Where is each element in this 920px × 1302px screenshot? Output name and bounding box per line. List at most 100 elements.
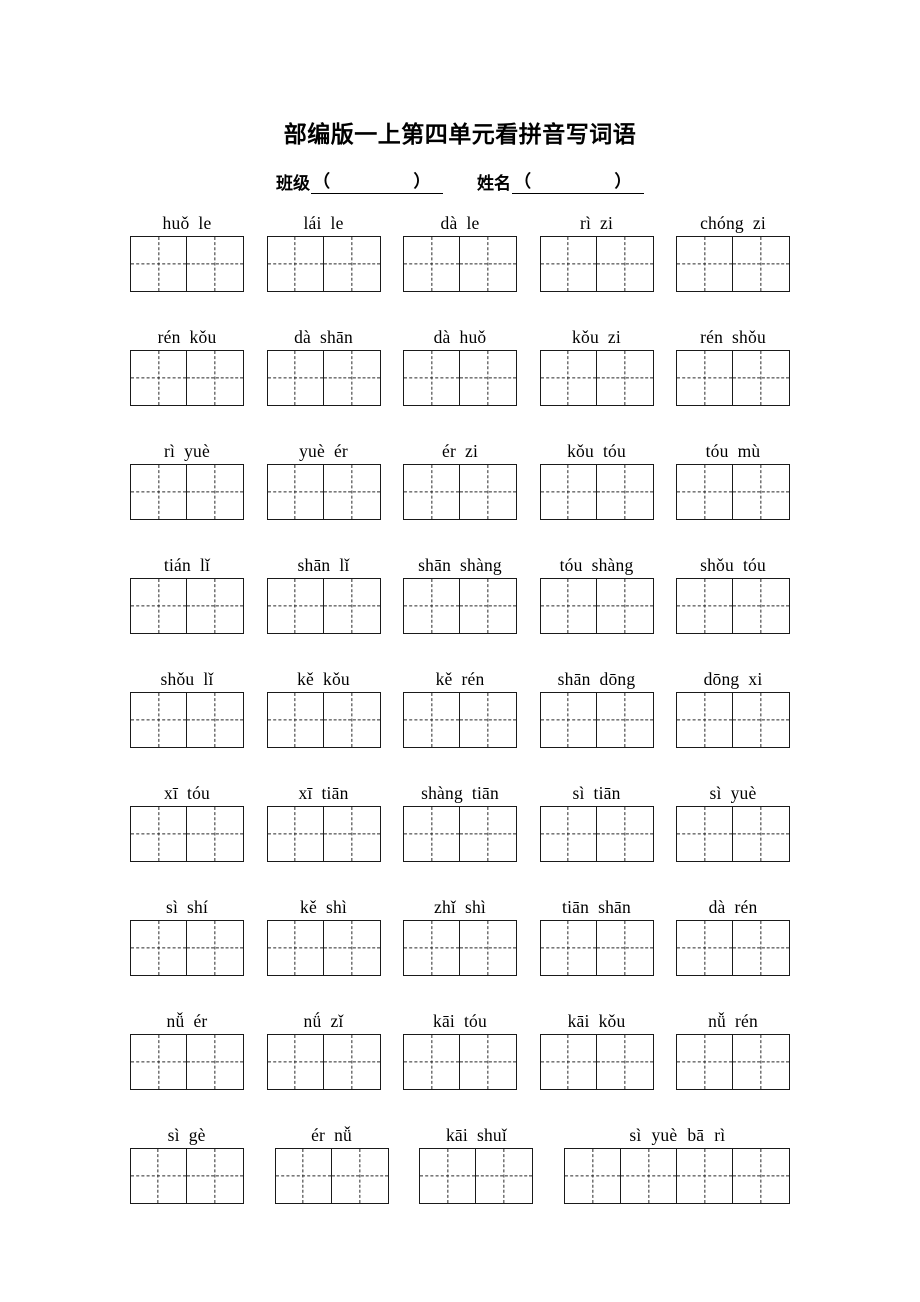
grid-cell[interactable] [677, 465, 733, 520]
grid-cell[interactable] [541, 807, 597, 862]
character-writing-grid[interactable] [130, 806, 244, 863]
grid-cell[interactable] [460, 921, 516, 975]
grid-cell[interactable] [597, 693, 653, 747]
grid-cell[interactable] [733, 237, 789, 291]
character-writing-grid[interactable] [539, 1034, 654, 1091]
grid-cell[interactable] [268, 351, 324, 406]
grid-cell[interactable] [460, 807, 516, 861]
character-writing-grid[interactable] [676, 350, 790, 407]
character-writing-grid[interactable] [539, 920, 654, 977]
character-writing-grid[interactable] [539, 806, 654, 863]
grid-cell[interactable] [677, 1149, 734, 1204]
grid-cell[interactable] [677, 807, 733, 862]
grid-cell[interactable] [677, 579, 733, 634]
grid-cell[interactable] [187, 807, 243, 861]
grid-cell[interactable] [733, 1035, 789, 1089]
grid-cell[interactable] [460, 579, 516, 633]
character-writing-grid[interactable] [130, 236, 244, 293]
character-writing-grid[interactable] [266, 236, 381, 293]
character-writing-grid[interactable] [403, 236, 517, 293]
grid-cell[interactable] [268, 579, 324, 634]
grid-cell[interactable] [460, 693, 516, 747]
grid-cell[interactable] [187, 1149, 243, 1203]
character-writing-grid[interactable] [266, 1034, 381, 1091]
character-writing-grid[interactable] [539, 464, 654, 521]
character-writing-grid[interactable] [403, 350, 517, 407]
grid-cell[interactable] [131, 351, 187, 406]
grid-cell[interactable] [404, 579, 460, 634]
grid-cell[interactable] [677, 351, 733, 406]
grid-cell[interactable] [404, 921, 460, 976]
character-writing-grid[interactable] [676, 920, 790, 977]
character-writing-grid[interactable] [266, 806, 381, 863]
grid-cell[interactable] [131, 237, 187, 292]
grid-cell[interactable] [404, 351, 460, 406]
name-input[interactable]: （ ） [512, 167, 644, 195]
character-writing-grid[interactable] [564, 1148, 791, 1205]
character-writing-grid[interactable] [676, 806, 790, 863]
character-writing-grid[interactable] [403, 692, 517, 749]
character-writing-grid[interactable] [266, 692, 381, 749]
grid-cell[interactable] [733, 351, 789, 405]
grid-cell[interactable] [404, 1035, 460, 1090]
grid-cell[interactable] [597, 1035, 653, 1089]
grid-cell[interactable] [460, 465, 516, 519]
grid-cell[interactable] [733, 693, 789, 747]
grid-cell[interactable] [268, 807, 324, 862]
character-writing-grid[interactable] [130, 692, 244, 749]
grid-cell[interactable] [332, 1149, 388, 1203]
grid-cell[interactable] [324, 921, 380, 975]
grid-cell[interactable] [131, 1035, 187, 1090]
grid-cell[interactable] [324, 1035, 380, 1089]
grid-cell[interactable] [268, 693, 324, 748]
grid-cell[interactable] [404, 807, 460, 862]
grid-cell[interactable] [131, 693, 187, 748]
character-writing-grid[interactable] [403, 1034, 517, 1091]
grid-cell[interactable] [476, 1149, 532, 1203]
grid-cell[interactable] [324, 351, 380, 405]
character-writing-grid[interactable] [130, 1034, 244, 1091]
character-writing-grid[interactable] [274, 1148, 389, 1205]
grid-cell[interactable] [677, 921, 733, 976]
grid-cell[interactable] [131, 465, 187, 520]
grid-cell[interactable] [460, 351, 516, 405]
character-writing-grid[interactable] [676, 578, 790, 635]
grid-cell[interactable] [324, 237, 380, 291]
grid-cell[interactable] [268, 921, 324, 976]
grid-cell[interactable] [404, 693, 460, 748]
class-input[interactable]: （ ） [311, 167, 443, 195]
grid-cell[interactable] [131, 1149, 187, 1204]
grid-cell[interactable] [187, 579, 243, 633]
grid-cell[interactable] [541, 1035, 597, 1090]
grid-cell[interactable] [268, 465, 324, 520]
grid-cell[interactable] [677, 1035, 733, 1090]
grid-cell[interactable] [324, 465, 380, 519]
grid-cell[interactable] [597, 579, 653, 633]
character-writing-grid[interactable] [403, 920, 517, 977]
grid-cell[interactable] [541, 351, 597, 406]
grid-cell[interactable] [276, 1149, 332, 1204]
grid-cell[interactable] [420, 1149, 477, 1204]
character-writing-grid[interactable] [539, 578, 654, 635]
grid-cell[interactable] [268, 1035, 324, 1090]
character-writing-grid[interactable] [130, 464, 244, 521]
grid-cell[interactable] [187, 1035, 243, 1089]
grid-cell[interactable] [733, 807, 789, 861]
grid-cell[interactable] [324, 693, 380, 747]
character-writing-grid[interactable] [676, 464, 790, 521]
character-writing-grid[interactable] [130, 350, 244, 407]
character-writing-grid[interactable] [539, 692, 654, 749]
grid-cell[interactable] [541, 921, 597, 976]
grid-cell[interactable] [733, 465, 789, 519]
character-writing-grid[interactable] [266, 464, 381, 521]
character-writing-grid[interactable] [539, 236, 654, 293]
character-writing-grid[interactable] [266, 920, 381, 977]
grid-cell[interactable] [460, 1035, 516, 1089]
grid-cell[interactable] [131, 579, 187, 634]
grid-cell[interactable] [404, 237, 460, 292]
grid-cell[interactable] [187, 921, 243, 975]
grid-cell[interactable] [268, 237, 324, 292]
grid-cell[interactable] [187, 351, 243, 405]
grid-cell[interactable] [187, 465, 243, 519]
character-writing-grid[interactable] [130, 578, 244, 635]
